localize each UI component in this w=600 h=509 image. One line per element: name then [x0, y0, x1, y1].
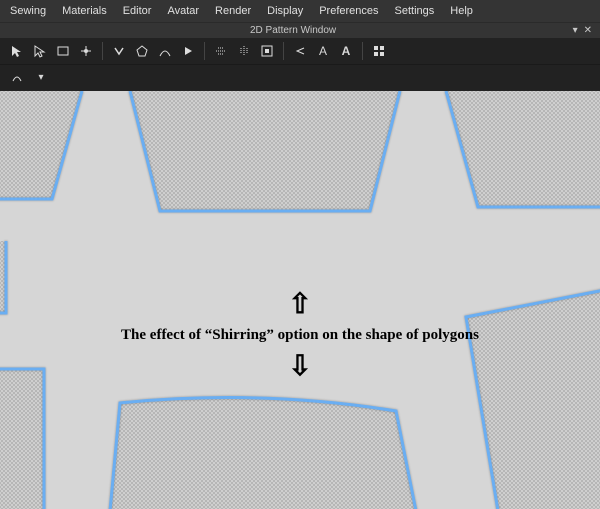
- dropdown-icon[interactable]: ▾: [573, 25, 578, 36]
- menu-help[interactable]: Help: [450, 5, 473, 17]
- pointer-icon[interactable]: [8, 42, 26, 60]
- window-title: 2D Pattern Window: [250, 25, 336, 36]
- text-a-bold-icon[interactable]: A: [337, 42, 355, 60]
- secondary-toolbar: ▾: [0, 65, 600, 91]
- menu-render[interactable]: Render: [215, 5, 251, 17]
- main-toolbar: A A: [0, 38, 600, 65]
- arrow-up-icon: ⇧: [288, 287, 311, 320]
- pattern-piece-top-left[interactable]: [0, 91, 82, 199]
- pattern-piece-top-center[interactable]: [130, 91, 400, 211]
- add-point-icon[interactable]: [77, 42, 95, 60]
- menu-display[interactable]: Display: [267, 5, 303, 17]
- menu-avatar[interactable]: Avatar: [167, 5, 199, 17]
- menu-materials[interactable]: Materials: [62, 5, 107, 17]
- menu-editor[interactable]: Editor: [123, 5, 152, 17]
- play-icon[interactable]: [179, 42, 197, 60]
- rectangle-icon[interactable]: [54, 42, 72, 60]
- menu-preferences[interactable]: Preferences: [319, 5, 378, 17]
- direct-select-icon[interactable]: [31, 42, 49, 60]
- pattern-piece-bottom-right[interactable]: [466, 287, 600, 509]
- close-icon[interactable]: ✕: [584, 25, 592, 36]
- window-title-bar: 2D Pattern Window ▾ ✕: [0, 22, 600, 38]
- text-a-icon[interactable]: A: [314, 42, 332, 60]
- menu-bar: Sewing Materials Editor Avatar Render Di…: [0, 0, 600, 22]
- menu-sewing[interactable]: Sewing: [10, 5, 46, 17]
- tool-a-icon[interactable]: [8, 68, 26, 86]
- curve-icon[interactable]: [156, 42, 174, 60]
- align-v-icon[interactable]: [235, 42, 253, 60]
- tool-b-icon[interactable]: ▾: [32, 68, 50, 86]
- 2d-pattern-viewport[interactable]: ⇧ The effect of “Shirring” option on the…: [0, 91, 600, 509]
- align-h-icon[interactable]: [212, 42, 230, 60]
- pattern-piece-mid-left[interactable]: [0, 241, 6, 313]
- fit-icon[interactable]: [258, 42, 276, 60]
- pattern-piece-bottom-center[interactable]: [110, 398, 416, 509]
- arrow-left-icon[interactable]: [291, 42, 309, 60]
- arrow-down-icon: ⇩: [288, 349, 311, 382]
- pattern-piece-bottom-left[interactable]: [0, 369, 44, 509]
- chevron-icon[interactable]: [110, 42, 128, 60]
- pattern-piece-top-right[interactable]: [446, 91, 600, 207]
- grid-icon[interactable]: [370, 42, 388, 60]
- menu-settings[interactable]: Settings: [395, 5, 435, 17]
- viewport-annotation: The effect of “Shirring” option on the s…: [121, 327, 479, 344]
- polygon-icon[interactable]: [133, 42, 151, 60]
